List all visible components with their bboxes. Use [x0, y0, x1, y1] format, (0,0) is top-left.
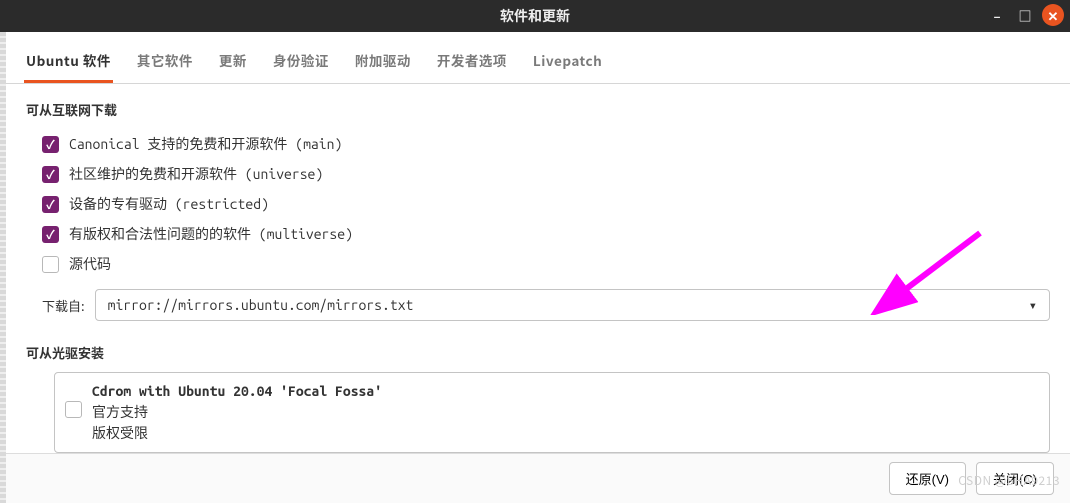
maximize-icon: □ [1018, 9, 1031, 22]
checkbox-source-label: 源代码 [69, 254, 111, 274]
checkbox-row-multiverse[interactable]: ✓ 有版权和合法性问题的的软件 (multiverse) [26, 219, 1050, 249]
checkbox-universe-label: 社区维护的免费和开源软件 (universe) [69, 164, 323, 184]
cdrom-line2: 版权受限 [92, 423, 382, 444]
revert-button[interactable]: 还原(V) [889, 462, 966, 495]
minimize-icon: – [993, 9, 1000, 22]
download-from-label: 下载自: [42, 296, 85, 315]
checkbox-cdrom[interactable] [65, 401, 82, 418]
checkbox-row-main[interactable]: ✓ Canonical 支持的免费和开源软件 (main) [26, 129, 1050, 159]
checkbox-universe[interactable]: ✓ [42, 166, 59, 183]
maximize-button[interactable]: □ [1014, 4, 1036, 26]
section-cdrom-heading: 可从光驱安装 [26, 343, 1050, 362]
checkbox-restricted[interactable]: ✓ [42, 196, 59, 213]
tab-additional-drivers[interactable]: 附加驱动 [353, 44, 413, 83]
tab-livepatch[interactable]: Livepatch [531, 44, 604, 83]
download-from-value: mirror://mirrors.ubuntu.com/mirrors.txt [108, 297, 414, 313]
checkbox-main[interactable]: ✓ [42, 136, 59, 153]
checkbox-main-label: Canonical 支持的免费和开源软件 (main) [69, 134, 342, 154]
close-icon: ✕ [1048, 9, 1059, 22]
tab-other-software[interactable]: 其它软件 [135, 44, 195, 83]
download-from-select[interactable]: mirror://mirrors.ubuntu.com/mirrors.txt … [95, 289, 1050, 321]
tab-developer-options[interactable]: 开发者选项 [435, 44, 509, 83]
watermark: CSDN @SHA9213 [958, 472, 1060, 489]
tab-authentication[interactable]: 身份验证 [271, 44, 331, 83]
cdrom-title: Cdrom with Ubuntu 20.04 'Focal Fossa' [92, 381, 382, 402]
checkbox-source[interactable] [42, 256, 59, 273]
checkbox-row-source[interactable]: 源代码 [26, 249, 1050, 279]
window-titlebar: 软件和更新 – □ ✕ [0, 0, 1070, 32]
minimize-button[interactable]: – [986, 4, 1008, 26]
cdrom-entry[interactable]: Cdrom with Ubuntu 20.04 'Focal Fossa' 官方… [54, 372, 1050, 453]
cdrom-line1: 官方支持 [92, 402, 382, 423]
checkbox-multiverse[interactable]: ✓ [42, 226, 59, 243]
tab-bar: Ubuntu 软件 其它软件 更新 身份验证 附加驱动 开发者选项 Livepa… [6, 32, 1070, 84]
tab-updates[interactable]: 更新 [217, 44, 249, 83]
checkbox-restricted-label: 设备的专有驱动 (restricted) [69, 194, 269, 214]
close-button[interactable]: ✕ [1042, 4, 1064, 26]
window-title: 软件和更新 [500, 6, 570, 26]
dialog-footer: 还原(V) 关闭(C) [6, 453, 1070, 503]
checkbox-row-universe[interactable]: ✓ 社区维护的免费和开源软件 (universe) [26, 159, 1050, 189]
section-internet-heading: 可从互联网下载 [26, 100, 1050, 119]
checkbox-row-restricted[interactable]: ✓ 设备的专有驱动 (restricted) [26, 189, 1050, 219]
checkbox-multiverse-label: 有版权和合法性问题的的软件 (multiverse) [69, 224, 353, 244]
tab-ubuntu-software[interactable]: Ubuntu 软件 [24, 44, 113, 83]
chevron-down-icon: ▾ [1029, 297, 1037, 314]
